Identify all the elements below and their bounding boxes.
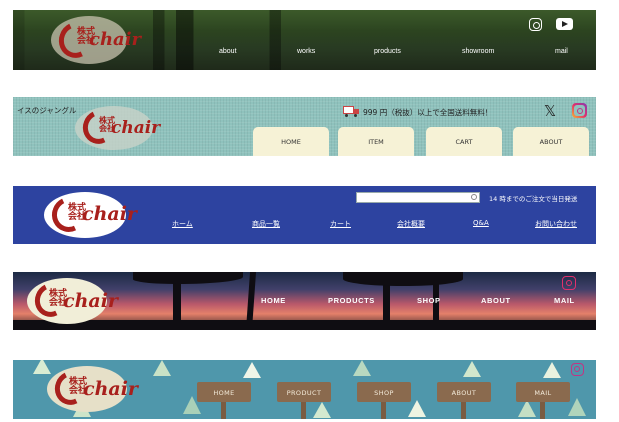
triangle-shape [313, 402, 331, 418]
main-nav: about works products showroom mail [13, 48, 596, 62]
nav-mail[interactable]: MAIL [554, 296, 575, 305]
search-icon[interactable] [471, 194, 477, 200]
triangle-shape [408, 400, 426, 417]
company-logo[interactable]: 株式会社 chair [27, 278, 118, 324]
triangle-shape [568, 398, 586, 416]
nav-about[interactable]: ABOUT [481, 296, 511, 305]
tab-home[interactable]: HOME [253, 127, 329, 156]
sign-post [301, 402, 306, 419]
instagram-icon[interactable] [529, 18, 542, 31]
sameday-notice: 14 時までのご注文で当日発送 [489, 195, 578, 203]
nav-company[interactable]: 会社概要 [397, 219, 425, 229]
header-blue: 株式会社 chair 14 時までのご注文で当日発送 ホーム 商品一覧 カート … [13, 186, 596, 244]
nav-products[interactable]: 商品一覧 [252, 219, 280, 229]
logo-word: chair [63, 290, 118, 312]
triangle-shape [463, 361, 481, 377]
palm-fronds [133, 272, 243, 284]
tab-item[interactable]: ITEM [338, 127, 414, 156]
search-input[interactable] [356, 192, 480, 203]
company-logo[interactable]: 株式会社 chair [75, 105, 160, 150]
tagline: イスのジャングル [17, 106, 77, 115]
header-teal: イスのジャングル 株式会社 chair 999 円（税抜）以上で全国送料無料！ … [13, 97, 596, 156]
truck-icon [343, 106, 359, 117]
nav-works[interactable]: works [297, 48, 315, 55]
nav-qa[interactable]: Q&A [473, 219, 489, 227]
nav-showroom[interactable]: showroom [462, 48, 494, 55]
sign-post [461, 402, 466, 419]
nav-cart[interactable]: カート [330, 219, 351, 229]
tab-about[interactable]: ABOUT [513, 127, 589, 156]
instagram-icon[interactable] [571, 363, 584, 376]
instagram-icon[interactable] [562, 276, 576, 290]
ground [13, 320, 596, 330]
triangle-shape [243, 362, 261, 378]
sign-mail[interactable]: MAIL [516, 382, 570, 402]
sign-post [540, 402, 545, 419]
triangle-shape [33, 360, 51, 374]
nav-products[interactable]: PRODUCTS [328, 296, 375, 305]
logo-word: chair [82, 203, 137, 225]
triangle-shape [518, 400, 536, 417]
palm-fronds [343, 272, 463, 286]
nav-home[interactable]: HOME [261, 296, 286, 305]
instagram-icon[interactable] [572, 103, 587, 118]
logo-word: chair [83, 378, 138, 400]
nav-about[interactable]: about [219, 48, 237, 55]
logo-word: chair [111, 118, 161, 138]
tab-cart[interactable]: CART [426, 127, 502, 156]
sign-post [381, 402, 386, 419]
sign-product[interactable]: PRODUCT [277, 382, 331, 402]
logo-word: chair [89, 29, 142, 50]
shipping-notice: 999 円（税抜）以上で全国送料無料！ [363, 108, 493, 117]
nav-contact[interactable]: お問い合わせ [535, 219, 577, 229]
nav-home[interactable]: ホーム [172, 219, 193, 229]
triangle-shape [543, 362, 561, 378]
youtube-icon[interactable] [556, 18, 573, 30]
company-logo[interactable]: 株式会社 chair [44, 192, 137, 238]
nav-mail[interactable]: mail [555, 48, 568, 55]
header-forest: 株式会社 chair about works products showroom… [13, 10, 596, 70]
sign-about[interactable]: ABOUT [437, 382, 491, 402]
header-sunset: 株式会社 chair HOME PRODUCTS SHOP ABOUT MAIL [13, 272, 596, 330]
sign-home[interactable]: HOME [197, 382, 251, 402]
triangle-shape [353, 360, 371, 376]
header-triangles: 株式会社 chair HOME PRODUCT SHOP ABOUT MAIL [13, 360, 596, 419]
triangle-shape [153, 360, 171, 376]
sign-shop[interactable]: SHOP [357, 382, 411, 402]
sign-post [221, 402, 226, 419]
nav-shop[interactable]: SHOP [417, 296, 441, 305]
company-logo[interactable]: 株式会社 chair [47, 366, 138, 412]
nav-products[interactable]: products [374, 48, 401, 55]
x-icon[interactable]: 𝕏 [544, 102, 556, 120]
